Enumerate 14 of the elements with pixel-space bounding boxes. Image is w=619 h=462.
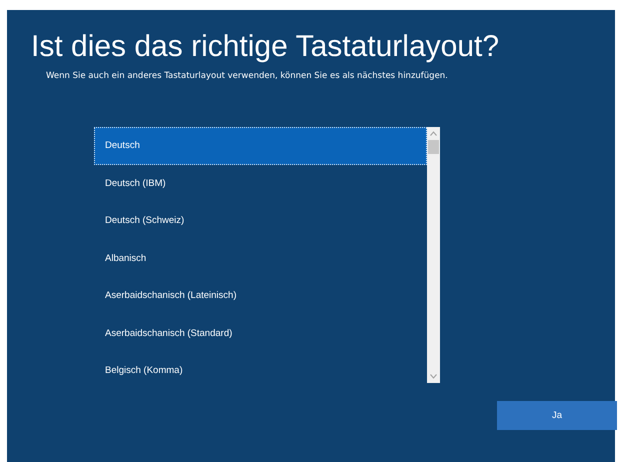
layout-list-item[interactable]: Deutsch — [94, 127, 427, 164]
layout-list-item[interactable]: Deutsch (Schweiz) — [94, 202, 427, 240]
scrollbar[interactable] — [427, 127, 440, 383]
layout-list-item[interactable]: Albanisch — [94, 240, 427, 277]
layout-list-item[interactable]: Aserbaidschanisch (Standard) — [94, 314, 427, 352]
page-title: Ist dies das richtige Tastaturlayout? — [31, 29, 500, 65]
layout-list-item[interactable]: Aserbaidschanisch (Lateinisch) — [94, 277, 427, 314]
scrollbar-thumb[interactable] — [428, 140, 439, 154]
yes-button[interactable]: Ja — [497, 401, 617, 430]
layout-list-item[interactable]: Deutsch (IBM) — [94, 164, 427, 202]
layout-list-item[interactable]: Belgisch (Komma) — [94, 352, 427, 390]
scroll-down-icon[interactable] — [430, 374, 437, 379]
page-subtitle: Wenn Sie auch ein anderes Tastaturlayout verwenden, können Sie es als nächstes hinzufügen. — [46, 71, 449, 81]
scroll-up-icon[interactable] — [430, 131, 437, 136]
